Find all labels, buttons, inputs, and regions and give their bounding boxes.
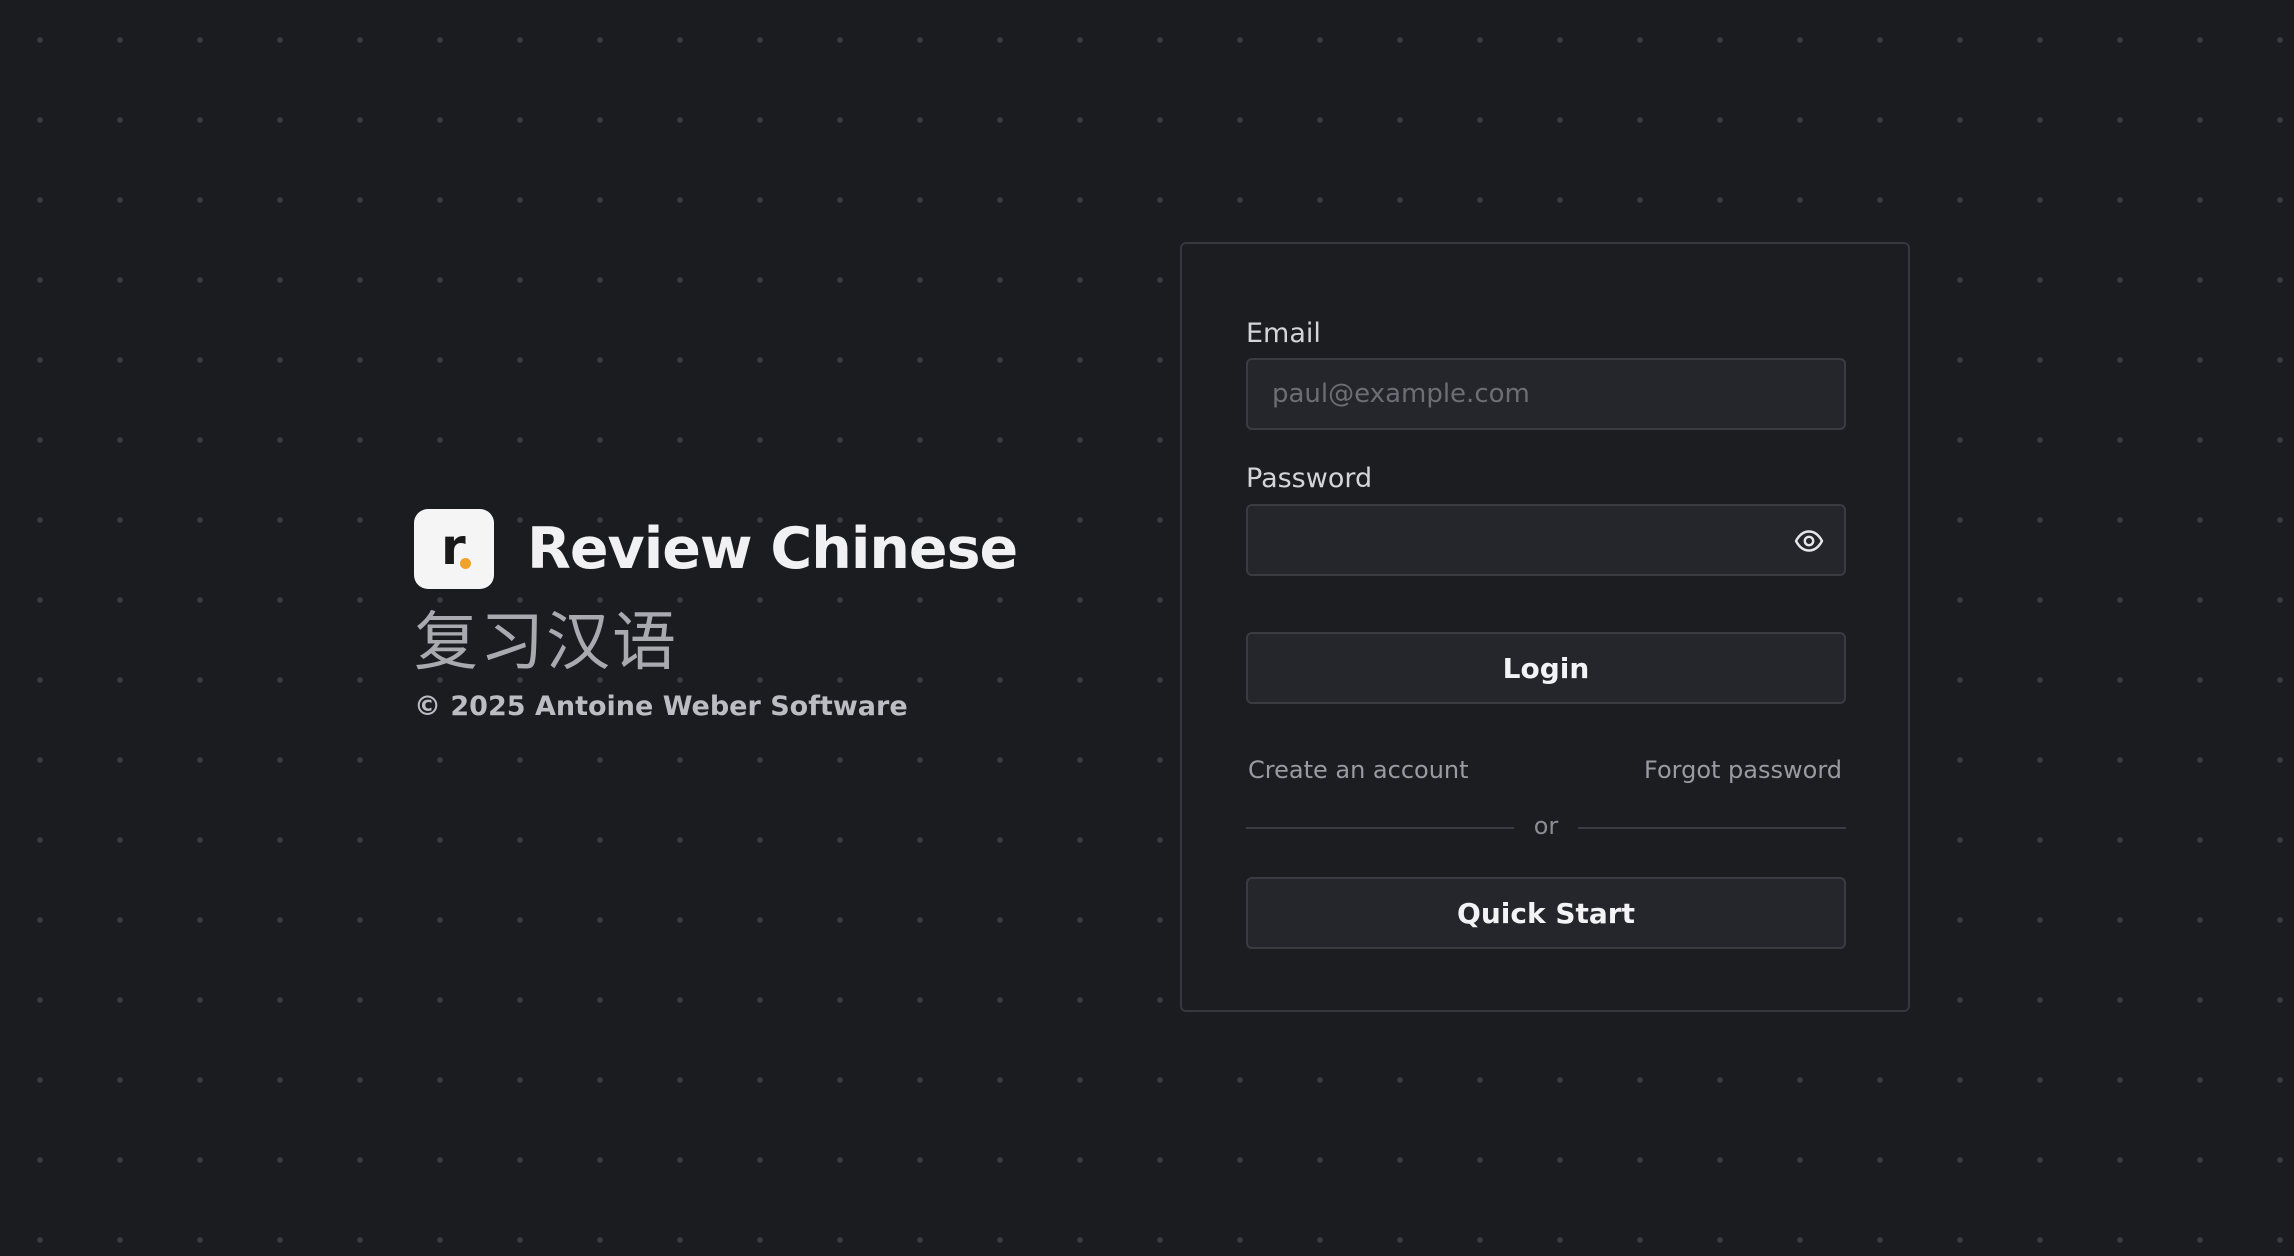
- divider-line-right: [1578, 827, 1846, 829]
- password-visibility-toggle[interactable]: [1792, 524, 1826, 558]
- create-account-link[interactable]: Create an account: [1248, 756, 1469, 784]
- email-field-container: [1246, 358, 1846, 430]
- login-button[interactable]: Login: [1246, 632, 1846, 704]
- quick-start-button[interactable]: Quick Start: [1246, 877, 1846, 949]
- brand-block: r Review Chinese 复习汉语 © 2025 Antoine Web…: [414, 509, 1034, 722]
- forgot-password-link[interactable]: Forgot password: [1644, 756, 1842, 784]
- email-input[interactable]: [1248, 360, 1844, 428]
- divider-line-left: [1246, 827, 1514, 829]
- logo-accent-dot: [460, 558, 471, 569]
- brand-header: r Review Chinese: [414, 509, 1034, 589]
- divider-or-text: or: [1533, 812, 1559, 840]
- app-name: Review Chinese: [527, 516, 1018, 582]
- password-input[interactable]: [1248, 506, 1844, 574]
- app-chinese-name: 复习汉语: [414, 606, 678, 680]
- email-label: Email: [1246, 318, 1321, 349]
- eye-icon: [1794, 530, 1824, 552]
- login-card: Email Password Login Create an account F…: [1180, 242, 1910, 1012]
- password-label: Password: [1246, 463, 1373, 494]
- app-logo: r: [414, 509, 494, 589]
- password-field-container: [1246, 504, 1846, 576]
- copyright-text: © 2025 Antoine Weber Software: [414, 691, 908, 722]
